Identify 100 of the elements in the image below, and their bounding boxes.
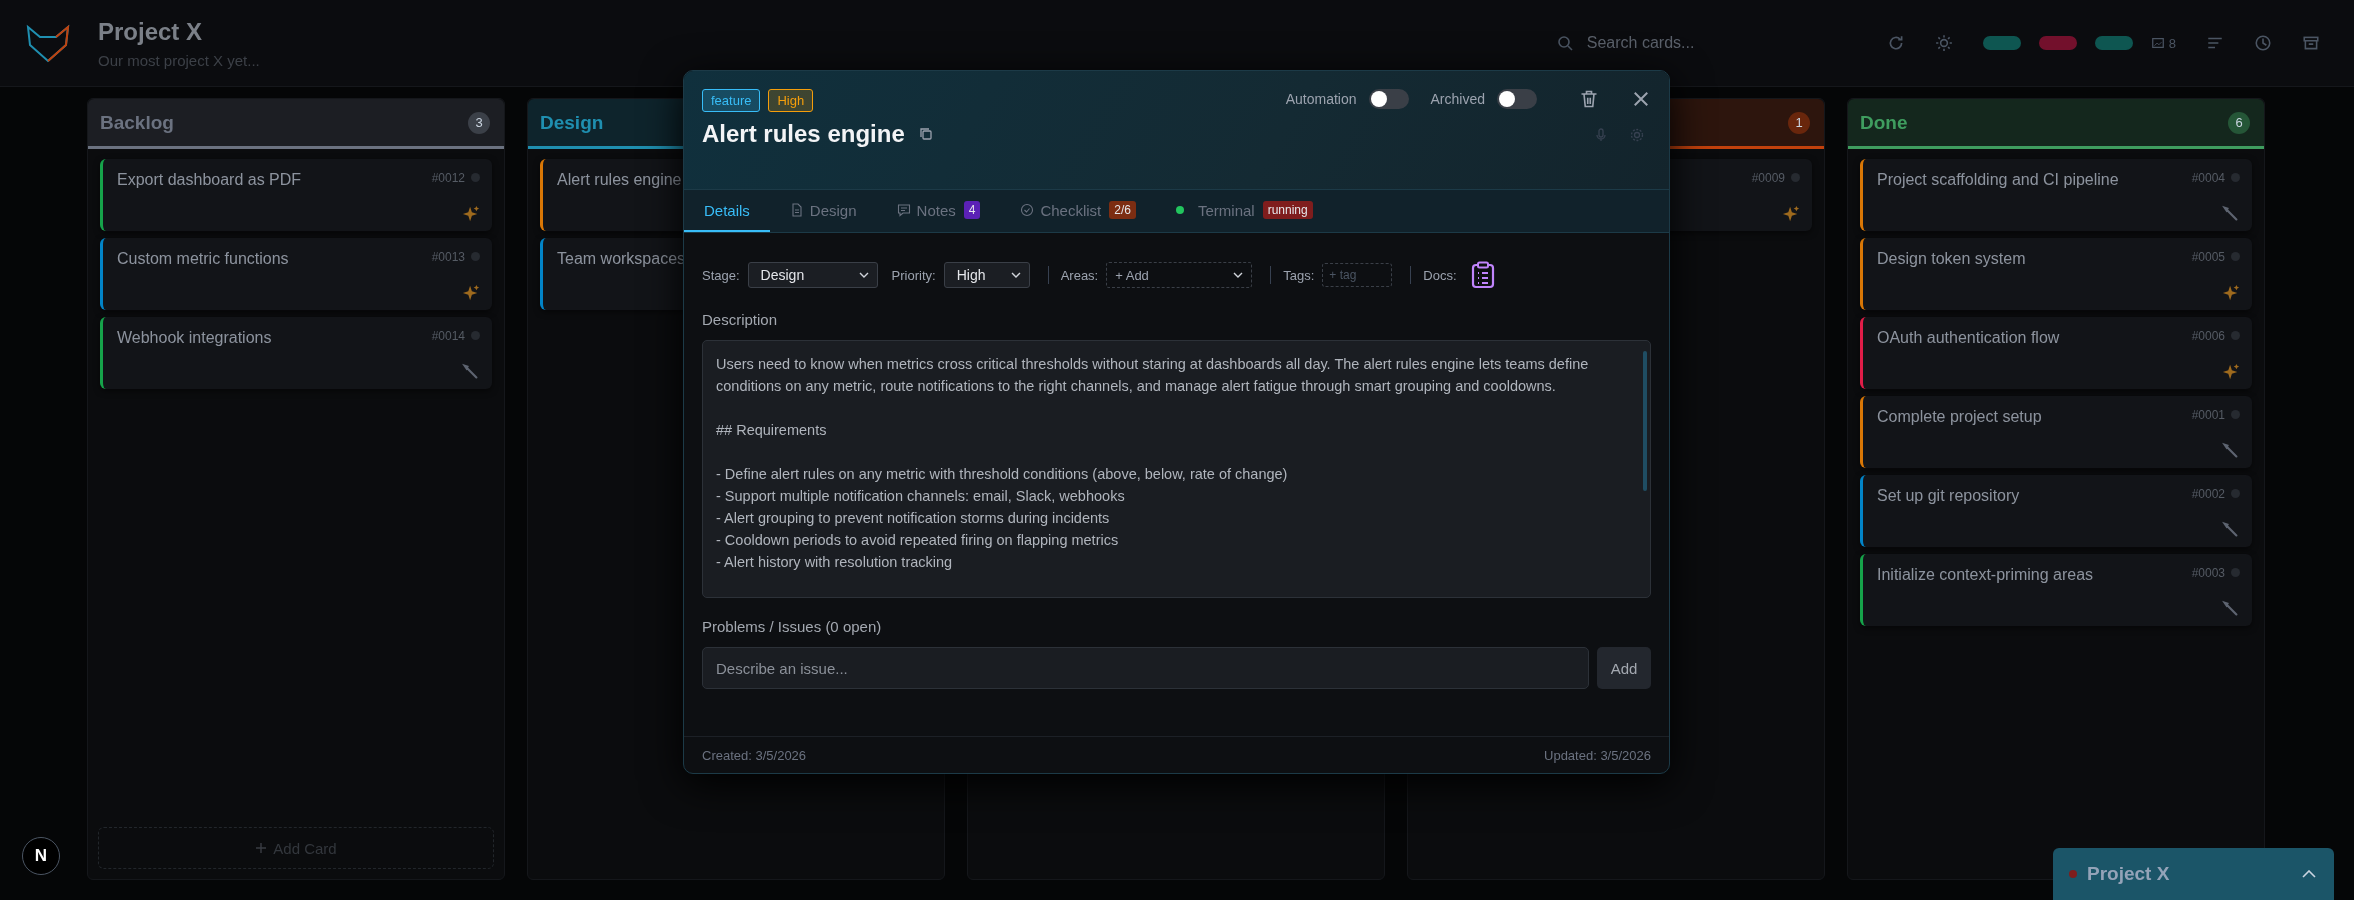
- card-title: Custom metric functions: [117, 250, 290, 268]
- status-dot-icon: [471, 252, 480, 261]
- stage-select[interactable]: Design: [747, 262, 878, 288]
- status-dot-icon: [2231, 252, 2240, 261]
- card-title: Webhook integrations: [117, 329, 273, 347]
- microphone-icon[interactable]: [1593, 127, 1609, 143]
- toggle-label: Automation: [1285, 91, 1357, 107]
- task-card[interactable]: OAuth authentication flow #0006: [1860, 317, 2252, 389]
- tag-badge: High: [768, 89, 814, 112]
- chevron-down-icon: [1233, 272, 1244, 278]
- status-dot-icon: [2231, 568, 2240, 577]
- priority-select[interactable]: High: [943, 262, 1030, 288]
- check-circle-icon: [1020, 203, 1035, 217]
- column-title: Backlog: [100, 111, 174, 134]
- tag-badge: feature: [702, 89, 761, 112]
- sparkle-icon: [462, 284, 480, 302]
- status-dot-icon: [2231, 331, 2240, 340]
- search-field[interactable]: Search cards...: [1584, 33, 1819, 53]
- task-card[interactable]: Set up git repository #0002: [1860, 475, 2252, 547]
- description-field[interactable]: Users need to know when metrics cross critical thresholds without staring at dashboards all day. The alert rules engine lets teams define conditions on any metric, route notifications to the right channels, and manage alert fatigue through smart grouping and cooldowns. ## Requirements - Define alert rules on any metric with threshold conditions (above, below, rate of change) - Support multiple notification channels: email, Slack, webhooks - Alert grouping to prevent notification storms during incidents - Cooldown periods to avoid repeated firing on flapping metrics - Alert history with resolution tracking: [702, 340, 1651, 598]
- column-count: 1: [1788, 111, 1810, 134]
- chevron-down-icon: [1010, 272, 1021, 278]
- tab-badge: 2/6: [1109, 201, 1136, 219]
- task-card[interactable]: Project scaffolding and CI pipeline #0004: [1860, 159, 2252, 231]
- column-count: 6: [2228, 111, 2250, 134]
- task-card[interactable]: Webhook integrations #0014: [100, 317, 492, 389]
- toggle-switch[interactable]: [1368, 89, 1409, 109]
- tab-badge: running: [1262, 201, 1313, 219]
- card-id: #0012: [431, 171, 465, 185]
- clipboard-list-icon[interactable]: [1470, 261, 1495, 289]
- task-card[interactable]: Complete project setup #0001: [1860, 396, 2252, 468]
- sun-icon[interactable]: [1934, 34, 1953, 52]
- areas-select[interactable]: + Add: [1106, 262, 1253, 288]
- close-icon[interactable]: [1631, 89, 1651, 109]
- sparkle-icon: [1782, 205, 1800, 223]
- card-title: Complete project setup: [1877, 408, 2043, 426]
- issue-input-field[interactable]: Describe an issue...: [702, 647, 1589, 689]
- toggle-switch[interactable]: [1497, 89, 1537, 109]
- card-id: #0005: [2191, 250, 2225, 264]
- status-dot-icon: [471, 331, 480, 340]
- field-label: Docs:: [1423, 267, 1457, 283]
- dialog-tab[interactable]: Terminal running: [1156, 190, 1333, 232]
- card-id: #0006: [2191, 329, 2225, 343]
- card-title: Project scaffolding and CI pipeline: [1877, 171, 2120, 189]
- card-id: #0002: [2191, 487, 2225, 501]
- card-id: #0003: [2191, 566, 2225, 580]
- column-title: Done: [1860, 111, 1908, 134]
- tag-input-field[interactable]: + tag: [1322, 263, 1393, 287]
- scrollbar-thumb[interactable]: [1643, 351, 1647, 491]
- task-card[interactable]: Export dashboard as PDF #0012: [100, 159, 492, 231]
- chevron-down-icon: [858, 272, 869, 278]
- dialog-tab[interactable]: Design: [769, 190, 877, 232]
- section-label: Description: [702, 311, 779, 328]
- status-dot-icon: [2231, 173, 2240, 182]
- updated-date: Updated: 3/5/2026: [1544, 747, 1651, 763]
- toggle-label: Archived: [1430, 91, 1485, 107]
- status-dot-icon: [471, 173, 480, 182]
- card-count: 8: [2168, 35, 2176, 51]
- meter-pill-icon: [1982, 36, 2021, 50]
- card-title: Set up git repository: [1877, 487, 2021, 505]
- status-dot-icon: [2231, 410, 2240, 419]
- archive-icon[interactable]: [2302, 34, 2320, 52]
- card-title: OAuth authentication flow: [1877, 329, 2061, 347]
- field-label: Tags:: [1283, 267, 1315, 283]
- card-title: Initialize context-priming areas: [1877, 566, 2095, 584]
- field-label: Areas:: [1060, 267, 1099, 283]
- task-card[interactable]: Initialize context-priming areas #0003: [1860, 554, 2252, 626]
- document-icon: [789, 203, 804, 217]
- chevron-up-icon[interactable]: [2302, 870, 2316, 878]
- dialog-tab[interactable]: Notes 4: [876, 190, 1001, 232]
- copy-icon[interactable]: [918, 127, 933, 141]
- card-title: Export dashboard as PDF: [117, 171, 303, 189]
- task-card[interactable]: Design token system #0005: [1860, 238, 2252, 310]
- card-title: Design token system: [1877, 250, 2027, 268]
- section-label: Problems / Issues (0 open): [702, 618, 883, 635]
- widget-title: Project X: [2087, 863, 2170, 885]
- plus-icon: [255, 842, 268, 854]
- add-button[interactable]: Add: [1597, 647, 1651, 689]
- column-title: Design: [540, 111, 604, 134]
- task-card[interactable]: Custom metric functions #0013: [100, 238, 492, 310]
- card-id: #0009: [1751, 171, 1785, 185]
- meter-pill-icon: [2038, 36, 2077, 50]
- tab-badge: 4: [963, 201, 981, 219]
- card-id: #0001: [2191, 408, 2225, 422]
- column-count: 3: [468, 111, 490, 134]
- status-dot-icon: [2069, 870, 2077, 878]
- dialog-tab[interactable]: Checklist 2/6: [1000, 190, 1156, 232]
- trash-icon[interactable]: [1579, 89, 1599, 109]
- dialog-tab[interactable]: Details: [684, 190, 770, 232]
- sparkle-icon: [2222, 284, 2240, 302]
- project-widget[interactable]: Project X: [2053, 848, 2334, 900]
- status-dot-icon: [1176, 206, 1184, 214]
- clock-icon[interactable]: [2254, 34, 2272, 52]
- sparkle-icon: [2222, 363, 2240, 381]
- logo-badge[interactable]: N: [22, 837, 60, 875]
- card-title: Team workspaces: [557, 250, 687, 268]
- field-label: Priority:: [891, 267, 936, 283]
- gear-icon[interactable]: [1629, 127, 1645, 143]
- sparkle-icon: [462, 205, 480, 223]
- card-id: #0014: [431, 329, 465, 343]
